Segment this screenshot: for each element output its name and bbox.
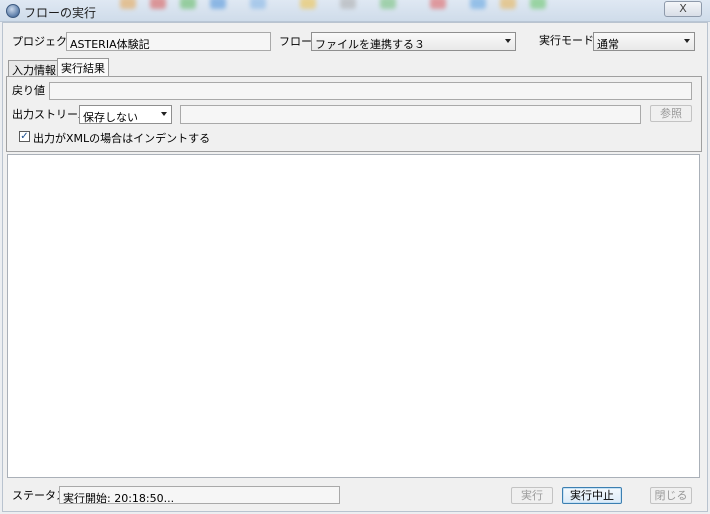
browse-button[interactable]: 参照	[650, 105, 692, 122]
background-app-icon	[380, 0, 396, 9]
background-app-icon	[120, 0, 136, 9]
project-field[interactable]: ASTERIA体験記	[66, 32, 271, 51]
indent-xml-checkbox[interactable]: ✓	[19, 131, 30, 142]
mode-label: 実行モード	[539, 34, 594, 47]
chevron-down-icon	[161, 112, 167, 116]
flow-select[interactable]: ファイルを連携する３	[311, 32, 516, 51]
background-app-icon	[210, 0, 226, 9]
tab-execution-result[interactable]: 実行結果	[57, 58, 109, 76]
background-app-icon	[340, 0, 356, 9]
mode-select[interactable]: 通常	[593, 32, 695, 51]
background-app-icon	[530, 0, 546, 9]
background-app-icon	[300, 0, 316, 9]
output-stream-select-value: 保存しない	[83, 111, 138, 124]
output-stream-select[interactable]: 保存しない	[79, 105, 172, 124]
tab-input-info[interactable]: 入力情報	[8, 60, 60, 77]
output-text-area[interactable]	[7, 154, 700, 478]
output-stream-path-field[interactable]	[180, 105, 641, 124]
window-title: フローの実行	[24, 6, 97, 20]
close-button[interactable]: 閉じる	[650, 487, 692, 504]
background-app-icon	[250, 0, 266, 9]
output-stream-label: 出力ストリーム	[12, 108, 89, 121]
status-field: 実行開始: 20:18:50...	[59, 486, 340, 504]
return-value-label: 戻り値	[12, 84, 45, 97]
background-app-icon	[150, 0, 166, 9]
indent-xml-label: 出力がXMLの場合はインデントする	[33, 132, 211, 145]
background-app-icon	[500, 0, 516, 9]
background-app-icon	[430, 0, 446, 9]
background-app-icon	[180, 0, 196, 9]
flow-label: フロー	[279, 35, 312, 48]
stop-execution-button[interactable]: 実行中止	[562, 487, 622, 504]
mode-select-value: 通常	[597, 38, 619, 51]
run-button[interactable]: 実行	[511, 487, 553, 504]
background-app-icon	[470, 0, 486, 9]
close-window-button[interactable]: X	[664, 1, 702, 17]
return-value-field[interactable]	[49, 82, 692, 100]
chevron-down-icon	[505, 39, 511, 43]
app-icon	[6, 4, 20, 18]
chevron-down-icon	[684, 39, 690, 43]
flow-select-value: ファイルを連携する３	[315, 38, 425, 51]
